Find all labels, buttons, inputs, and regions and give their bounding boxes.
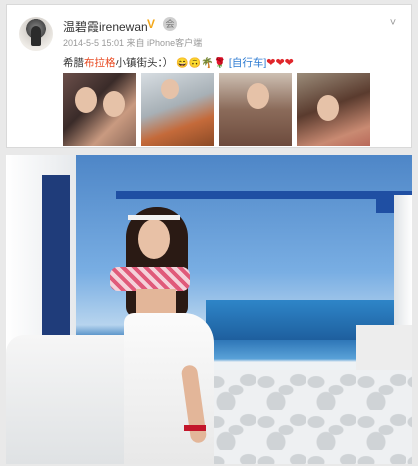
post-meta: 2014-5-5 15:01 来自 iPhone客户端 [63, 38, 203, 48]
midriff [136, 289, 176, 315]
member-badge-icon: 会 [163, 17, 177, 31]
photo-thumbnail[interactable] [63, 73, 136, 146]
bicycle-tag-link[interactable]: [自行车] [229, 57, 266, 69]
woman-face [138, 219, 170, 259]
photo-thumbnail[interactable] [297, 73, 370, 146]
stone-floor [206, 370, 412, 464]
featured-photo[interactable] [6, 155, 412, 464]
photo-thumbnail[interactable] [141, 73, 214, 146]
chevron-down-icon[interactable]: ˅ [387, 17, 399, 29]
pergola-beam [116, 191, 412, 199]
location-highlight-link[interactable]: 布拉格 [84, 57, 116, 69]
headband [128, 215, 180, 220]
post-text-middle: 小镇街头：） [115, 57, 174, 69]
verified-badge-icon: V [146, 17, 155, 31]
red-sandal-strap [184, 425, 206, 431]
photo-thumbnail[interactable] [219, 73, 292, 146]
user-avatar[interactable] [19, 17, 53, 51]
floral-top [110, 267, 190, 291]
post-text: 希腊布拉格小镇街头：） 😄🙃🌴🌹 [自行车]❤❤❤ [63, 55, 294, 70]
post-text-prefix: 希腊 [63, 57, 84, 69]
weibo-post-card: 温碧霞irenewan V 会 2014-5-5 15:01 来自 iPhone… [6, 4, 412, 148]
username-link[interactable]: 温碧霞irenewan [63, 18, 148, 35]
heart-icons: ❤❤❤ [266, 57, 294, 69]
emoji-icons: 😄🙃🌴🌹 [176, 58, 226, 69]
